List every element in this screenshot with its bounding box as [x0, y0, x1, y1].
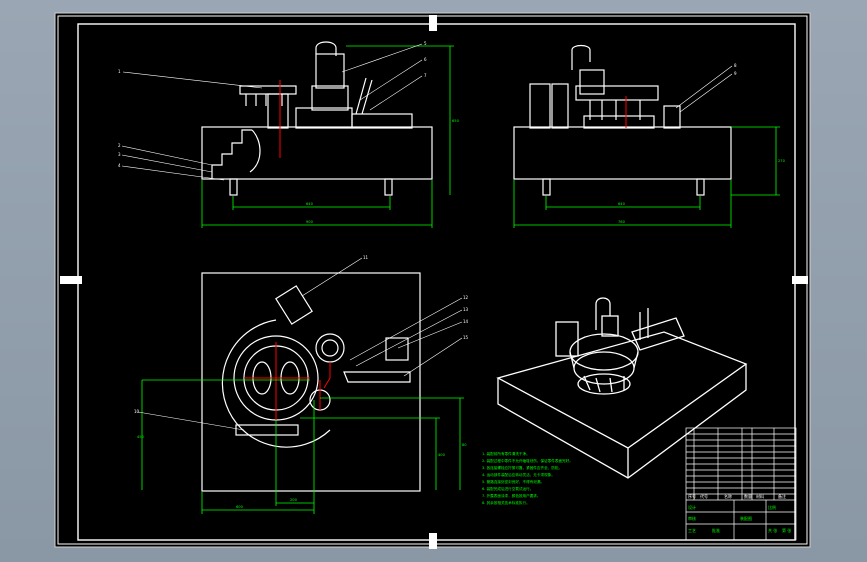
svg-text:审核: 审核: [688, 515, 696, 521]
svg-text:6. 装配完成后进行空载试运行。: 6. 装配完成后进行空载试运行。: [482, 486, 533, 491]
svg-text:13: 13: [463, 307, 469, 312]
svg-text:1. 装配前所有零件清洗干净。: 1. 装配前所有零件清洗干净。: [482, 451, 530, 456]
svg-text:序号: 序号: [688, 493, 696, 499]
drawing-sheet: [54, 12, 811, 548]
svg-text:批准: 批准: [712, 527, 720, 533]
svg-text:7. 外露表面涂漆，颜色按用户要求。: 7. 外露表面涂漆，颜色按用户要求。: [482, 493, 540, 498]
dim-plan-width: 600: [236, 505, 244, 509]
cad-canvas: 900 640 650 1 2 3 4 5 6 7 760 640 270 8 …: [54, 12, 811, 549]
dim-front-inner: 640: [306, 202, 314, 206]
svg-text:比例: 比例: [768, 504, 776, 510]
svg-text:10: 10: [134, 409, 140, 414]
svg-text:4. 运动部件装配后应转动灵活，无卡滞现象。: 4. 运动部件装配后应转动灵活，无卡滞现象。: [482, 472, 555, 477]
svg-text:设计: 设计: [688, 504, 696, 510]
dim-plan-left: 450: [137, 435, 145, 439]
svg-text:2. 装配过程中零件不允许磕碰划伤，保证零件表面完好。: 2. 装配过程中零件不允许磕碰划伤，保证零件表面完好。: [482, 458, 573, 463]
svg-text:共 张: 共 张: [768, 527, 777, 533]
svg-text:材料: 材料: [756, 493, 764, 499]
svg-text:15: 15: [463, 335, 469, 340]
drawing-title: 装配图: [740, 515, 752, 521]
svg-text:8. 其余按相关技术标准执行。: 8. 其余按相关技术标准执行。: [482, 500, 530, 505]
svg-text:5. 管路连接处密封良好，不得有泄漏。: 5. 管路连接处密封良好，不得有泄漏。: [482, 479, 544, 484]
dim-side-height: 270: [778, 159, 786, 163]
dim-plan-right: 400: [438, 453, 446, 457]
svg-text:11: 11: [363, 255, 369, 260]
dim-front-overall: 900: [306, 220, 314, 224]
svg-text:名称: 名称: [724, 493, 732, 499]
svg-text:备注: 备注: [778, 493, 786, 499]
svg-text:12: 12: [463, 295, 469, 300]
svg-text:14: 14: [463, 319, 469, 324]
svg-text:第 张: 第 张: [782, 527, 791, 533]
svg-text:数量: 数量: [744, 493, 752, 499]
dim-side-inner: 640: [618, 202, 626, 206]
dim-side-overall: 760: [618, 220, 626, 224]
dim-plan-bottom: 200: [290, 498, 298, 502]
svg-text:代号: 代号: [700, 493, 708, 499]
svg-text:3. 各连接螺栓应拧紧可靠，紧固件应齐全、防松。: 3. 各连接螺栓应拧紧可靠，紧固件应齐全、防松。: [482, 465, 562, 470]
dim-front-height: 650: [452, 119, 460, 123]
svg-text:工艺: 工艺: [688, 528, 696, 533]
dim-plan-small: 80: [462, 443, 467, 447]
